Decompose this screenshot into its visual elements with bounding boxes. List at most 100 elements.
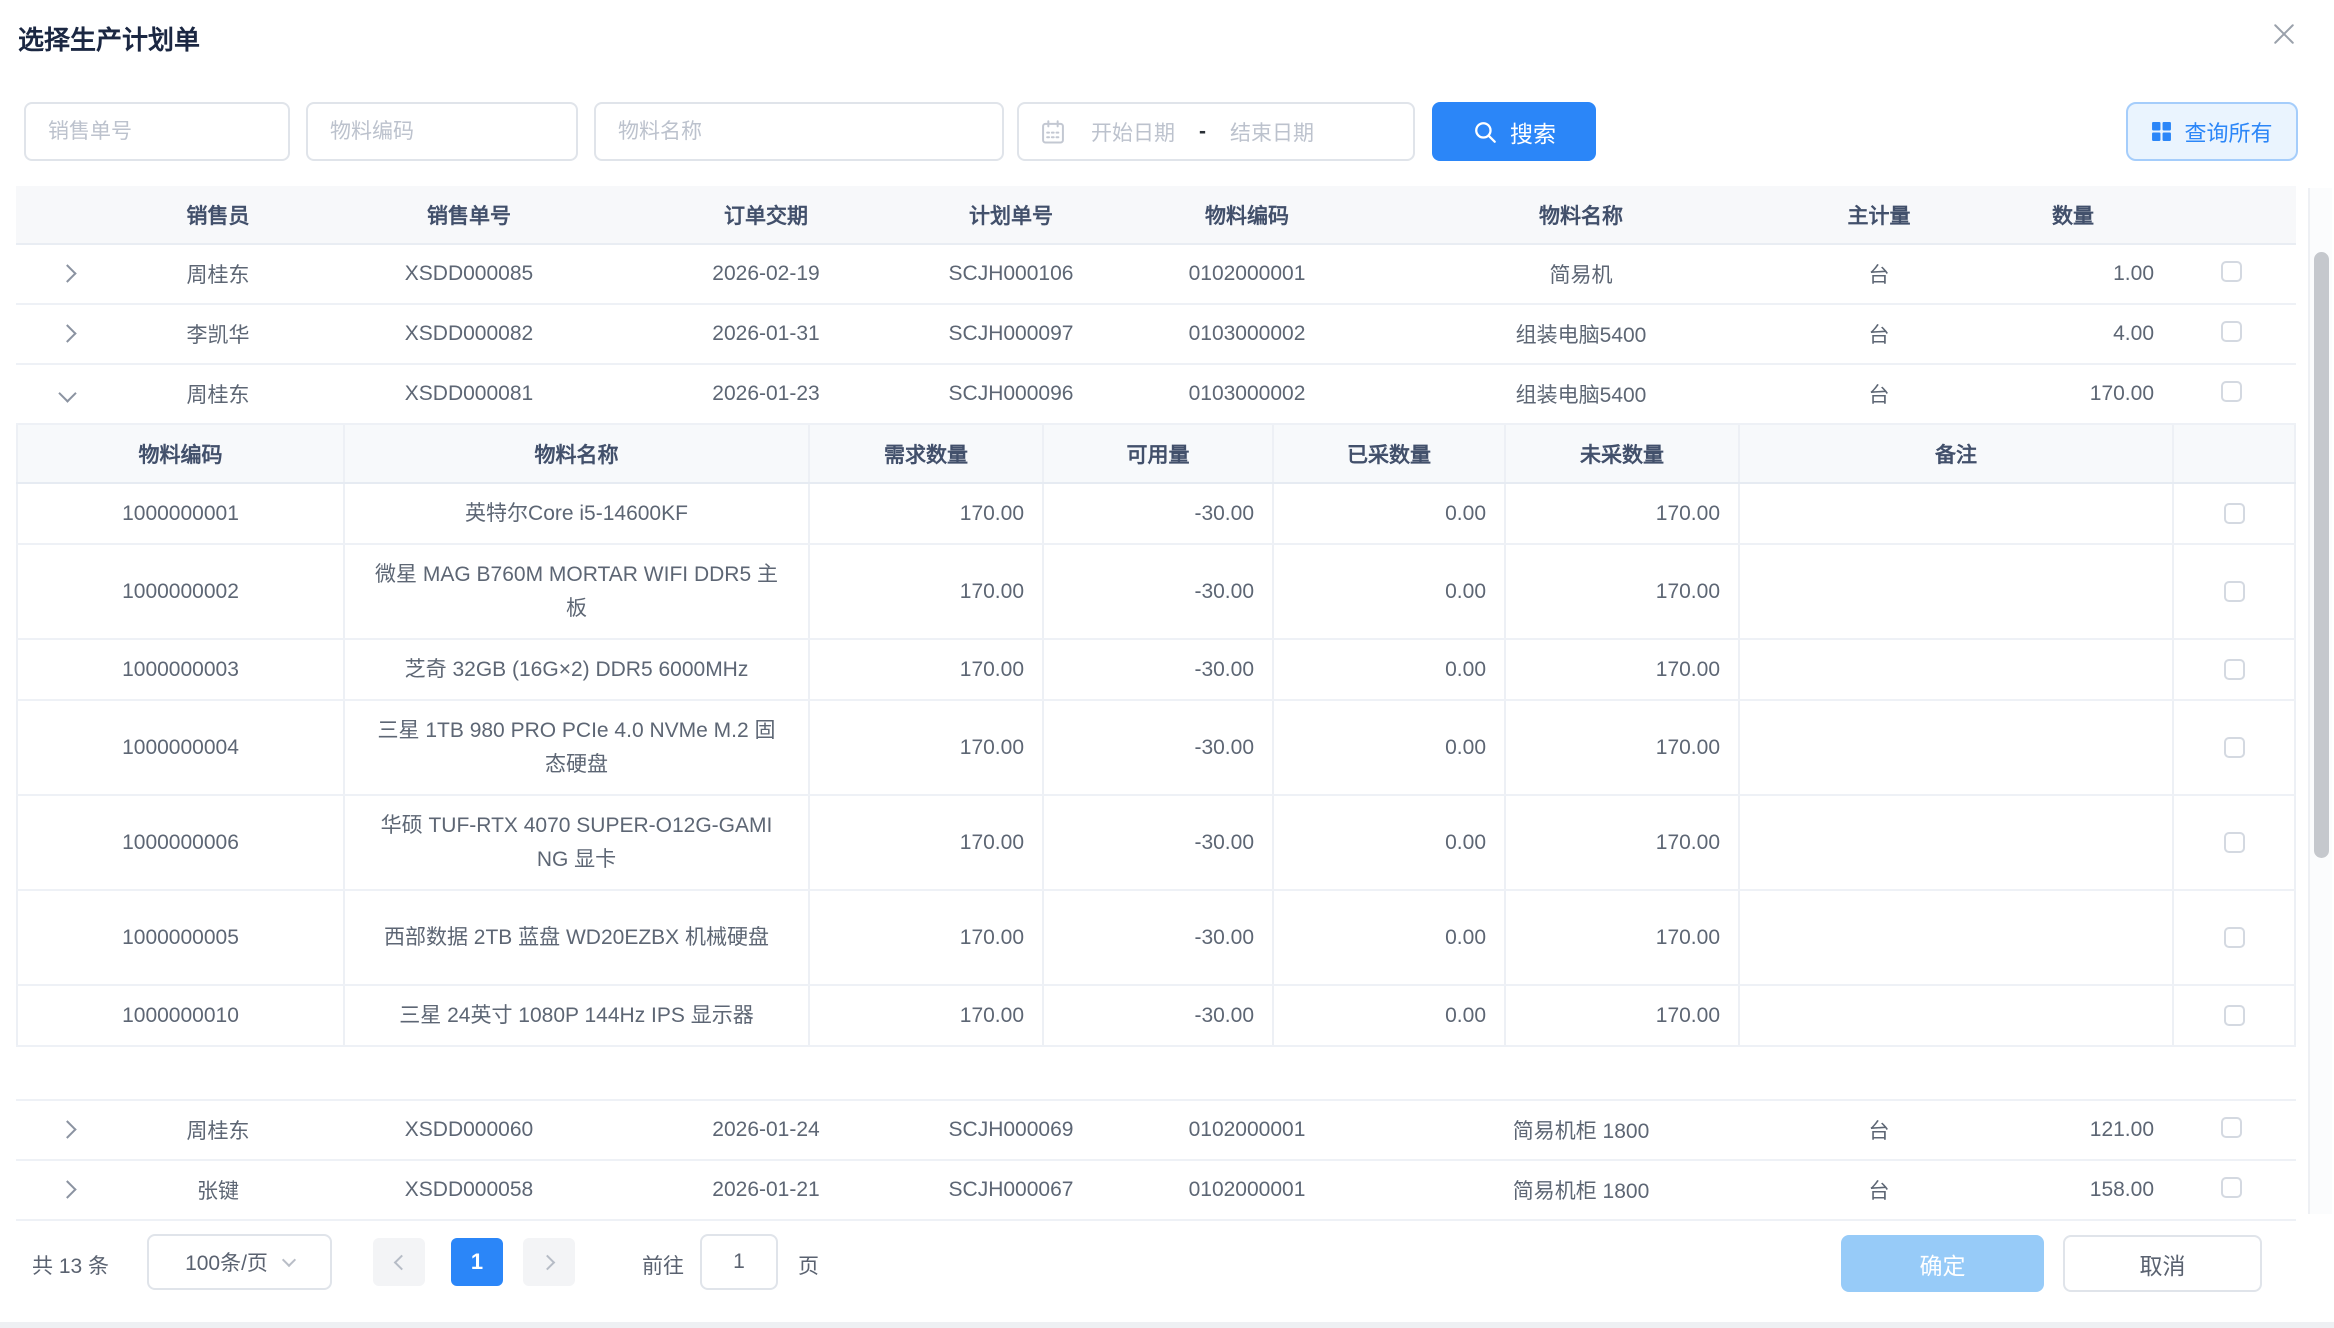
header-sales-order: 销售单号 <box>318 200 620 230</box>
chevron-right-icon[interactable] <box>58 264 76 282</box>
cell-material-name: 华硕 TUF-RTX 4070 SUPER-O12G-GAMING 显卡 <box>345 796 810 889</box>
cell-required-qty: 170.00 <box>810 545 1044 638</box>
chevron-right-icon[interactable] <box>58 324 76 342</box>
cell-quantity: 121.00 <box>1980 1118 2166 1142</box>
expanded-panel-gap <box>16 1047 2296 1101</box>
cell-unit: 台 <box>1778 379 1980 409</box>
close-icon[interactable] <box>2262 12 2306 56</box>
scrollbar-thumb[interactable] <box>2314 252 2329 858</box>
sales-order-input[interactable] <box>24 102 290 161</box>
cell-unpurchased-qty: 170.00 <box>1506 891 1740 984</box>
detail-row-checkbox[interactable] <box>2224 927 2245 948</box>
grid-icon <box>2151 121 2172 142</box>
cell-unpurchased-qty: 170.00 <box>1506 545 1740 638</box>
cell-remark <box>1740 796 2174 889</box>
cell-material-code: 1000000004 <box>16 701 345 794</box>
cell-purchased-qty: 0.00 <box>1274 640 1506 699</box>
header-material-code: 物料编码 <box>1110 200 1384 230</box>
cell-unit: 台 <box>1778 1115 1980 1145</box>
material-name-input[interactable] <box>594 102 1004 161</box>
cell-material-code: 1000000001 <box>16 484 345 543</box>
cancel-button[interactable]: 取消 <box>2063 1235 2262 1292</box>
header-material-name: 物料名称 <box>1384 200 1778 230</box>
dialog-title: 选择生产计划单 <box>18 20 200 57</box>
page-size-select[interactable]: 100条/页 <box>147 1234 332 1290</box>
cell-remark <box>1740 986 2174 1045</box>
cell-available-qty: -30.00 <box>1044 891 1274 984</box>
detail-row-checkbox[interactable] <box>2224 659 2245 680</box>
cell-material-code: 1000000002 <box>16 545 345 638</box>
cell-sales-order: XSDD000060 <box>318 1118 620 1142</box>
chevron-right-icon <box>539 1254 555 1270</box>
cell-delivery-date: 2026-01-24 <box>620 1118 912 1142</box>
cell-required-qty: 170.00 <box>810 484 1044 543</box>
row-checkbox[interactable] <box>2221 261 2242 282</box>
cell-available-qty: -30.00 <box>1044 986 1274 1045</box>
cell-required-qty: 170.00 <box>810 891 1044 984</box>
chevron-down-icon <box>282 1253 296 1267</box>
cell-sales-order: XSDD000082 <box>318 322 620 346</box>
cell-unpurchased-qty: 170.00 <box>1506 796 1740 889</box>
detail-row-checkbox[interactable] <box>2224 832 2245 853</box>
header-plan-no: 计划单号 <box>912 200 1110 230</box>
cell-purchased-qty: 0.00 <box>1274 545 1506 638</box>
detail-header-available-qty: 可用量 <box>1044 425 1274 482</box>
page-number-button[interactable]: 1 <box>451 1238 503 1286</box>
table-header-row: 销售员 销售单号 订单交期 计划单号 物料编码 物料名称 主计量 数量 <box>16 186 2296 245</box>
cell-quantity: 170.00 <box>1980 382 2166 406</box>
material-code-input[interactable] <box>306 102 578 161</box>
date-range-separator: - <box>1199 120 1206 144</box>
detail-row-checkbox[interactable] <box>2224 737 2245 758</box>
confirm-button[interactable]: 确定 <box>1841 1235 2044 1292</box>
detail-row-checkbox[interactable] <box>2224 1005 2245 1026</box>
detail-row: 1000000002 微星 MAG B760M MORTAR WIFI DDR5… <box>16 545 2296 640</box>
cell-unit: 台 <box>1778 1175 1980 1205</box>
prev-page-button[interactable] <box>373 1238 425 1286</box>
cell-required-qty: 170.00 <box>810 796 1044 889</box>
next-page-button[interactable] <box>523 1238 575 1286</box>
cell-plan-no: SCJH000069 <box>912 1118 1110 1142</box>
cell-remark <box>1740 640 2174 699</box>
cell-unpurchased-qty: 170.00 <box>1506 484 1740 543</box>
date-range-picker[interactable]: 开始日期 - 结束日期 <box>1017 102 1415 161</box>
cell-available-qty: -30.00 <box>1044 701 1274 794</box>
cell-plan-no: SCJH000097 <box>912 322 1110 346</box>
cell-required-qty: 170.00 <box>810 986 1044 1045</box>
cell-purchased-qty: 0.00 <box>1274 796 1506 889</box>
cell-available-qty: -30.00 <box>1044 545 1274 638</box>
row-checkbox[interactable] <box>2221 1177 2242 1198</box>
cell-material-name: 组装电脑5400 <box>1384 379 1778 409</box>
start-date-placeholder: 开始日期 <box>1091 117 1175 147</box>
cell-plan-no: SCJH000096 <box>912 382 1110 406</box>
detail-row: 1000000001 英特尔Core i5-14600KF 170.00 -30… <box>16 484 2296 545</box>
chevron-right-icon[interactable] <box>58 1120 76 1138</box>
cell-unit: 台 <box>1778 319 1980 349</box>
row-checkbox[interactable] <box>2221 381 2242 402</box>
scrollbar-track <box>2308 188 2332 1214</box>
header-quantity: 数量 <box>1980 200 2166 230</box>
detail-row-checkbox[interactable] <box>2224 581 2245 602</box>
cell-material-name: 简易机 <box>1384 259 1778 289</box>
detail-row-checkbox[interactable] <box>2224 503 2245 524</box>
detail-row: 1000000006 华硕 TUF-RTX 4070 SUPER-O12G-GA… <box>16 796 2296 891</box>
cell-delivery-date: 2026-01-23 <box>620 382 912 406</box>
cell-quantity: 158.00 <box>1980 1178 2166 1202</box>
cell-salesperson: 周桂东 <box>118 379 318 409</box>
cell-material-name: 简易机柜 1800 <box>1384 1175 1778 1205</box>
calendar-icon <box>1039 118 1067 146</box>
row-checkbox[interactable] <box>2221 321 2242 342</box>
cell-plan-no: SCJH000106 <box>912 262 1110 286</box>
table-row-expanded: 周桂东 XSDD000081 2026-01-23 SCJH000096 010… <box>16 365 2296 425</box>
cell-material-name: 简易机柜 1800 <box>1384 1115 1778 1145</box>
detail-header-checkbox <box>2174 425 2296 482</box>
detail-header-required-qty: 需求数量 <box>810 425 1044 482</box>
chevron-down-icon[interactable] <box>58 384 76 402</box>
chevron-right-icon[interactable] <box>58 1180 76 1198</box>
query-all-button[interactable]: 查询所有 <box>2126 102 2298 161</box>
row-checkbox[interactable] <box>2221 1117 2242 1138</box>
cell-material-name: 英特尔Core i5-14600KF <box>345 484 810 543</box>
search-button[interactable]: 搜索 <box>1432 102 1596 161</box>
goto-page-input[interactable] <box>700 1234 778 1290</box>
detail-header-material-name: 物料名称 <box>345 425 810 482</box>
cell-material-name: 组装电脑5400 <box>1384 319 1778 349</box>
